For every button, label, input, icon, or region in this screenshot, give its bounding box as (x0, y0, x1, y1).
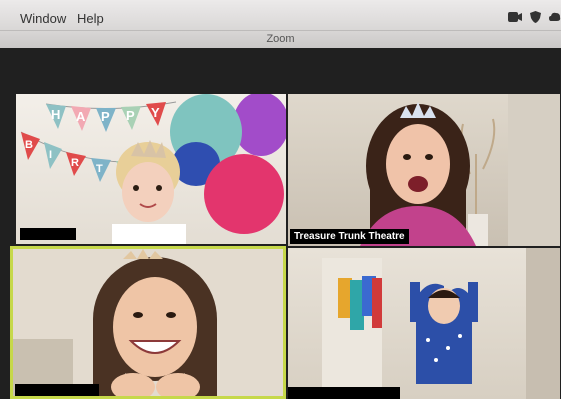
menu-bar: Window Help (0, 0, 561, 30)
video-feed: H A P P Y B I R T H (20, 94, 286, 244)
banner-letter: P (101, 109, 110, 124)
banner-letter: I (49, 149, 52, 161)
video-tile[interactable] (10, 246, 286, 399)
participant-name-label: Treasure Trunk Theatre (290, 229, 409, 244)
window-title: Zoom (266, 33, 295, 45)
banner-letter: H (51, 107, 60, 122)
balloons (170, 94, 286, 234)
video-feed (322, 248, 560, 399)
banner-letter: R (71, 157, 79, 169)
video-feed (360, 94, 560, 246)
video-feed (13, 249, 283, 396)
banner-letter: Y (151, 105, 160, 120)
participant-video (410, 282, 478, 384)
banner-letter: A (76, 109, 86, 124)
video-tile[interactable] (288, 248, 560, 399)
shield-icon[interactable] (530, 10, 542, 23)
banner-letter: B (25, 139, 33, 151)
participant-name-label (20, 228, 76, 240)
participant-video (360, 102, 476, 246)
participant-name-label (15, 384, 99, 396)
video-camera-icon[interactable] (508, 10, 522, 22)
window-title-bar: Zoom (0, 30, 561, 49)
video-tile[interactable]: H A P P Y B I R T H (16, 94, 286, 244)
cloud-icon[interactable] (549, 10, 561, 22)
banner-letter: P (126, 108, 135, 123)
menu-window[interactable]: Window (20, 11, 66, 26)
banner-letter: T (96, 163, 103, 175)
participant-name-label (288, 387, 400, 399)
menu-help[interactable]: Help (77, 11, 104, 26)
video-tile[interactable]: Treasure Trunk Theatre (288, 94, 560, 246)
